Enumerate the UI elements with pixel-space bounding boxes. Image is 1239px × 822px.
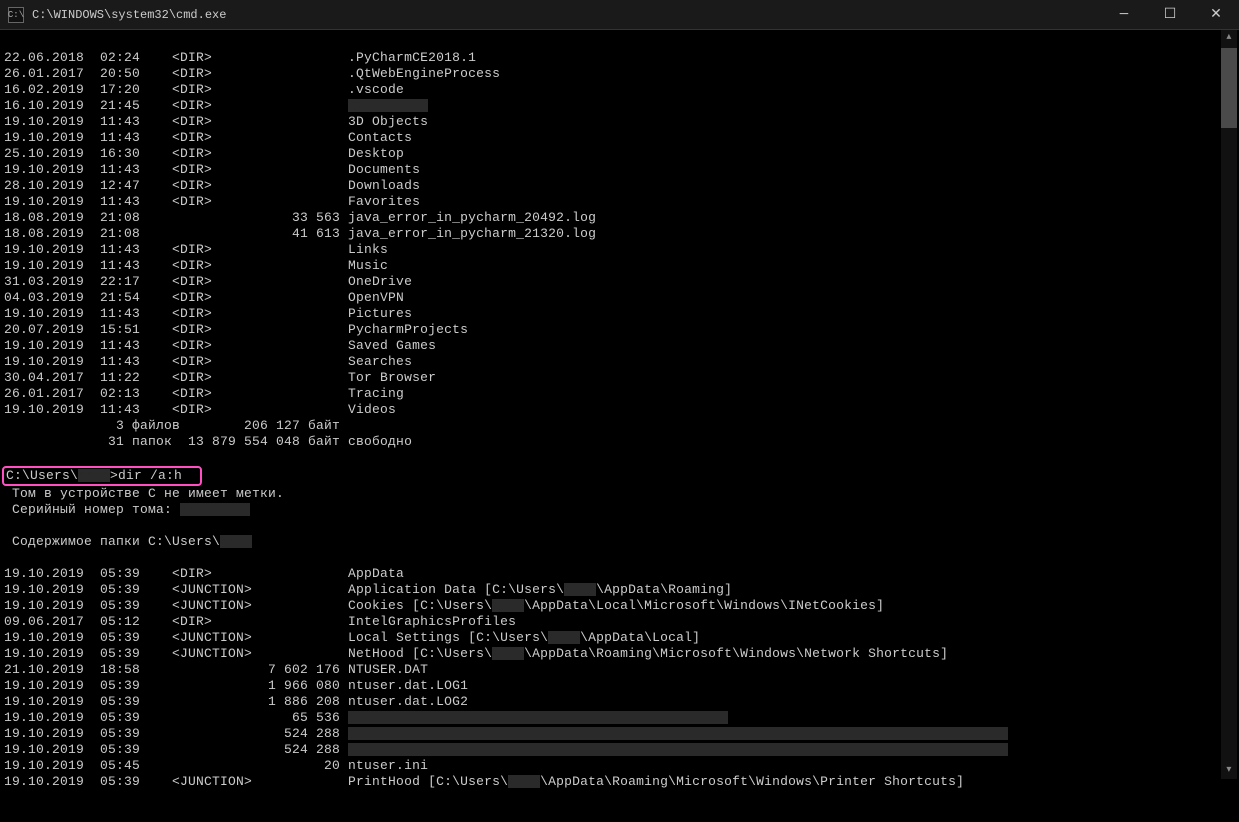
terminal-output[interactable]: 22.06.2018 02:24 <DIR> .PyCharmCE2018.1 … (0, 30, 1239, 779)
file-row: 20.07.2019 15:51 <DIR> PycharmProjects (4, 322, 468, 337)
file-row: 09.06.2017 05:12 <DIR> IntelGraphicsProf… (4, 614, 516, 629)
file-row: 31.03.2019 22:17 <DIR> OneDrive (4, 274, 412, 289)
scroll-down-button[interactable]: ▾ (1221, 763, 1237, 779)
file-row: 19.10.2019 11:43 <DIR> 3D Objects (4, 114, 428, 129)
file-row: 19.10.2019 11:43 <DIR> Contacts (4, 130, 412, 145)
file-row: 18.08.2019 21:08 33 563 java_error_in_py… (4, 210, 596, 225)
command-prompt: C:\Users\XX>dir /a:h (2, 466, 202, 486)
file-row: 19.10.2019 05:39 65 536 XX (4, 710, 728, 725)
window-title: C:\WINDOWS\system32\cmd.exe (32, 8, 226, 22)
file-row: 19.10.2019 11:43 <DIR> Documents (4, 162, 420, 177)
file-row: 19.10.2019 05:39 524 288 XX (4, 726, 1008, 741)
file-row: 28.10.2019 12:47 <DIR> Downloads (4, 178, 420, 193)
file-row: 16.02.2019 17:20 <DIR> .vscode (4, 82, 404, 97)
file-row: 30.04.2017 11:22 <DIR> Tor Browser (4, 370, 436, 385)
file-row: 19.10.2019 05:39 <JUNCTION> Local Settin… (4, 630, 700, 645)
file-row: 19.10.2019 05:45 20 ntuser.ini (4, 758, 428, 773)
file-row: 19.10.2019 11:43 <DIR> Music (4, 258, 388, 273)
maximize-button[interactable]: ☐ (1147, 0, 1193, 30)
minimize-button[interactable]: ─ (1101, 0, 1147, 30)
file-row: 19.10.2019 05:39 524 288 XX (4, 742, 1008, 757)
file-row: 18.08.2019 21:08 41 613 java_error_in_py… (4, 226, 596, 241)
file-row: 19.10.2019 11:43 <DIR> Pictures (4, 306, 412, 321)
file-row: 19.10.2019 05:39 <JUNCTION> PrintHood [C… (4, 774, 964, 789)
cmd-icon: C:\ (8, 7, 24, 23)
file-row: 19.10.2019 05:39 <DIR> AppData (4, 566, 404, 581)
file-row: 19.10.2019 11:43 <DIR> Links (4, 242, 388, 257)
file-row: 19.10.2019 11:43 <DIR> Searches (4, 354, 412, 369)
file-row: 19.10.2019 11:43 <DIR> Saved Games (4, 338, 436, 353)
file-row: 26.01.2017 02:13 <DIR> Tracing (4, 386, 404, 401)
file-row: 19.10.2019 05:39 1 966 080 ntuser.dat.LO… (4, 678, 468, 693)
file-row: 22.06.2018 02:24 <DIR> .PyCharmCE2018.1 (4, 50, 476, 65)
file-row: 25.10.2019 16:30 <DIR> Desktop (4, 146, 404, 161)
file-row: 19.10.2019 05:39 <JUNCTION> Application … (4, 582, 732, 597)
close-button[interactable]: ✕ (1193, 0, 1239, 30)
file-row: 19.10.2019 05:39 1 886 208 ntuser.dat.LO… (4, 694, 468, 709)
file-row: 19.10.2019 11:43 <DIR> Favorites (4, 194, 420, 209)
file-row: 19.10.2019 05:39 <JUNCTION> Cookies [C:\… (4, 598, 884, 613)
scroll-up-button[interactable]: ▴ (1221, 30, 1237, 46)
titlebar: C:\ C:\WINDOWS\system32\cmd.exe ─ ☐ ✕ (0, 0, 1239, 30)
file-row: 16.10.2019 21:45 <DIR> XX (4, 98, 428, 113)
file-row: 21.10.2019 18:58 7 602 176 NTUSER.DAT (4, 662, 428, 677)
file-row: 19.10.2019 11:43 <DIR> Videos (4, 402, 396, 417)
scroll-thumb[interactable] (1221, 48, 1237, 128)
scrollbar[interactable]: ▴ ▾ (1221, 30, 1237, 779)
file-row: 19.10.2019 05:39 <JUNCTION> NetHood [C:\… (4, 646, 948, 661)
file-row: 04.03.2019 21:54 <DIR> OpenVPN (4, 290, 404, 305)
file-row: 26.01.2017 20:50 <DIR> .QtWebEngineProce… (4, 66, 500, 81)
